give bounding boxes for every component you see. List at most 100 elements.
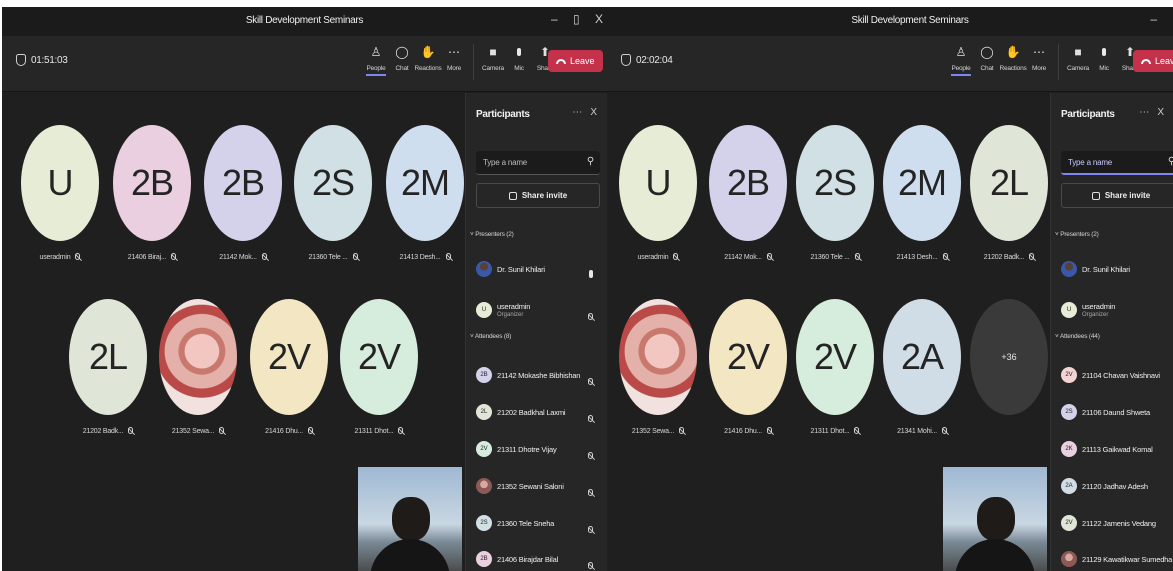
participant-tile[interactable]: 2V 21311 Dhot...: [796, 299, 874, 459]
participant-row[interactable]: Dr. Sunil Khilari: [476, 255, 601, 283]
participant-tile[interactable]: 2B 21406 Biraj...: [113, 125, 191, 285]
self-video-preview[interactable]: [358, 467, 462, 571]
participant-tile[interactable]: 2M 21413 Desh...: [883, 125, 961, 285]
more-button[interactable]: ⋯ More: [1029, 44, 1049, 80]
mic-icon: [511, 44, 527, 60]
participant-tile[interactable]: 2M 21413 Desh...: [386, 125, 464, 285]
camera-button[interactable]: ■ Camera: [482, 44, 504, 80]
meeting-timer: 01:51:03: [16, 54, 68, 66]
participant-tile[interactable]: 2A 21341 Mohi...: [883, 299, 961, 459]
minimize-icon[interactable]: –: [1150, 12, 1157, 26]
participant-row[interactable]: 2S 21106 Daund Shweta: [1061, 398, 1173, 426]
participant-tile[interactable]: Uuseradmin: [619, 125, 697, 285]
search-input[interactable]: Type a name ⚲: [1061, 151, 1173, 175]
participant-row[interactable]: 2B 21406 Birajdar Bilal: [476, 545, 601, 571]
self-video-head: [977, 497, 1015, 541]
participant-tile[interactable]: 2B 21142 Mok...: [204, 125, 282, 285]
more-participants-tile[interactable]: +36: [970, 299, 1048, 459]
tile-name: 21341 Mohi...: [897, 428, 937, 435]
reactions-icon: ✋: [420, 45, 436, 59]
more-icon: ⋯: [448, 45, 460, 59]
participant-row[interactable]: 21352 Sewani Saloni: [476, 472, 601, 500]
tile-name: 21352 Sewa...: [171, 428, 215, 435]
tile-name: useradmin: [39, 254, 71, 261]
leave-button[interactable]: Leave: [548, 50, 603, 72]
participant-row[interactable]: 21129 Kawatikwar Sumedha: [1061, 545, 1173, 571]
participant-row[interactable]: 2A 21120 Jadhav Adesh: [1061, 472, 1173, 500]
more-participants-count: +36: [970, 299, 1048, 415]
attendees-section-header[interactable]: ˅ Attendees (8): [470, 333, 511, 340]
share-invite-button[interactable]: Share invite: [476, 183, 600, 208]
participant-name: 21104 Chavan Vaishnavi: [1082, 370, 1160, 380]
mic-button[interactable]: Mic: [509, 44, 529, 80]
avatar: U: [476, 302, 492, 318]
reactions-icon: ✋: [1005, 45, 1021, 59]
mic-off-icon: [307, 427, 313, 434]
close-icon[interactable]: X: [595, 12, 603, 26]
participant-row[interactable]: Dr. Sunil Khilari: [1061, 255, 1166, 283]
reactions-button[interactable]: ✋ Reactions: [414, 44, 441, 80]
search-icon[interactable]: ⚲: [1168, 156, 1173, 167]
people-button[interactable]: ♙ People: [366, 44, 386, 80]
search-input[interactable]: Type a name ⚲: [476, 151, 600, 175]
panel-more-icon[interactable]: ⋯: [1139, 107, 1149, 118]
participant-tile[interactable]: 21352 Sewa...: [619, 299, 697, 459]
participant-name: 21142 Mokashe Bibhishan: [497, 370, 581, 380]
participant-row[interactable]: 2S 21360 Tele Sneha: [476, 509, 601, 537]
video-stage: Uuseradmin 2B 21406 Biraj... 2B 21142 Mok.…: [2, 93, 465, 571]
participant-row[interactable]: 2V 21104 Chavan Vaishnavi: [1061, 361, 1173, 389]
participant-tile[interactable]: 2V 21311 Dhot...: [340, 299, 418, 459]
attendees-section-header[interactable]: ˅ Attendees (44): [1055, 333, 1100, 340]
participant-row[interactable]: 2L 21202 Badkhal Laxmi: [476, 398, 601, 426]
participant-row[interactable]: 2V 21311 Dhotre Vijay: [476, 435, 601, 463]
participant-tile[interactable]: 2S 21360 Tele ...: [294, 125, 372, 285]
people-icon: ♙: [955, 45, 967, 59]
chat-icon: ◯: [395, 45, 409, 59]
reactions-button[interactable]: ✋ Reactions: [999, 44, 1026, 80]
self-video-preview[interactable]: [943, 467, 1047, 571]
tile-name: 21142 Mok...: [724, 254, 762, 261]
participant-row[interactable]: 2K 21113 Gaikwad Komal: [1061, 435, 1173, 463]
share-invite-button[interactable]: Share invite: [1061, 183, 1173, 208]
camera-button[interactable]: ■ Camera: [1067, 44, 1089, 80]
mic-off-icon: [766, 427, 772, 434]
mic-off-icon: [679, 427, 685, 434]
mic-off-icon: [352, 253, 358, 260]
participant-row[interactable]: 2B 21142 Mokashe Bibhishan: [476, 361, 601, 389]
avatar: [476, 261, 492, 277]
participant-tile[interactable]: 2B 21142 Mok...: [709, 125, 787, 285]
people-icon: ♙: [370, 45, 382, 59]
search-icon[interactable]: ⚲: [587, 156, 594, 167]
panel-close-icon[interactable]: X: [1157, 107, 1164, 118]
participant-tile[interactable]: Uuseradmin: [21, 125, 99, 285]
minimize-icon[interactable]: –: [551, 12, 558, 26]
presenters-section-header[interactable]: ˅ Presenters (2): [470, 231, 514, 238]
mic-button[interactable]: Mic: [1094, 44, 1114, 80]
chat-button[interactable]: ◯ Chat: [977, 44, 997, 80]
participant-tile[interactable]: 2L 21202 Badk...: [970, 125, 1048, 285]
window-controls: – ▯ X: [539, 12, 603, 26]
people-button[interactable]: ♙ People: [951, 44, 971, 80]
participant-tile[interactable]: 2S 21360 Tele ...: [796, 125, 874, 285]
panel-controls: ⋯ X: [564, 107, 597, 118]
participant-tile[interactable]: 2V 21416 Dhu...: [709, 299, 787, 459]
window-title: Skill Development Seminars: [851, 15, 969, 26]
participant-tile[interactable]: 21352 Sewa...: [159, 299, 237, 459]
participant-row[interactable]: Uuseradmin Organizer: [476, 296, 601, 324]
presenters-section-header[interactable]: ˅ Presenters (2): [1055, 231, 1099, 238]
participant-name: Dr. Sunil Khilari: [1082, 264, 1130, 274]
participant-row[interactable]: Uuseradmin Organizer: [1061, 296, 1166, 324]
avatar: 2B: [113, 125, 191, 241]
participant-tile[interactable]: 2L 21202 Badk...: [69, 299, 147, 459]
more-button[interactable]: ⋯ More: [444, 44, 464, 80]
leave-button[interactable]: Leave: [1133, 50, 1173, 72]
restore-icon[interactable]: ▯: [573, 12, 580, 26]
meeting-toolbar: 02:02:04 ♙ People ◯ Chat ✋ Reactions ⋯ More …: [607, 36, 1173, 92]
panel-close-icon[interactable]: X: [590, 107, 597, 118]
participant-row[interactable]: 2V 21122 Jamenis Vedang: [1061, 509, 1173, 537]
participant-tile[interactable]: 2V 21416 Dhu...: [250, 299, 328, 459]
chat-button[interactable]: ◯ Chat: [392, 44, 412, 80]
mic-off-icon: [854, 253, 860, 260]
avatar: [619, 299, 697, 415]
panel-more-icon[interactable]: ⋯: [572, 107, 582, 118]
